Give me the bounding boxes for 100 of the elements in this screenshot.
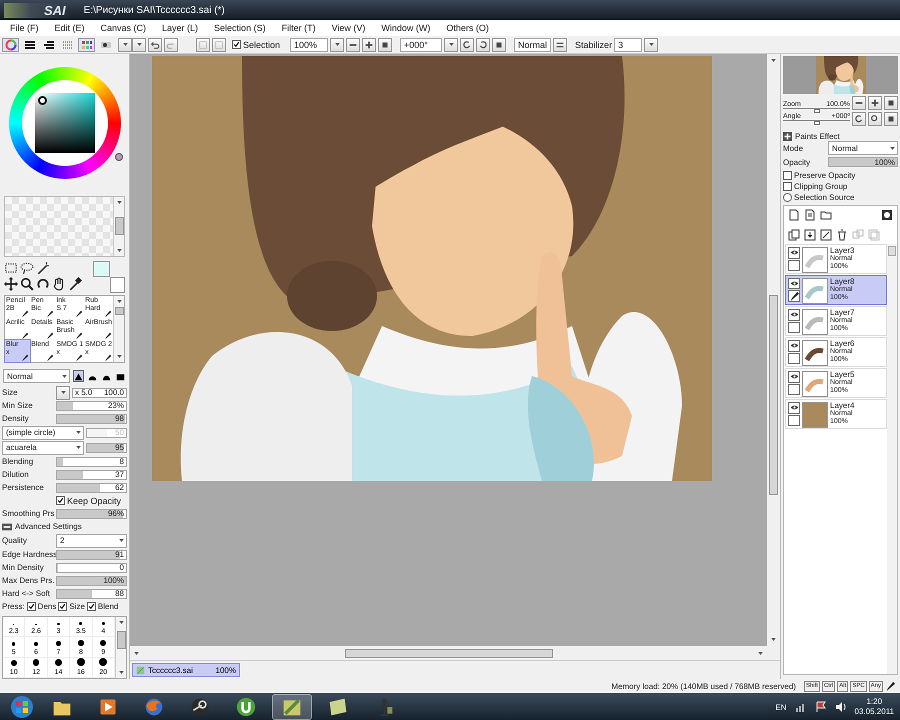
zoom-out-button[interactable] — [852, 96, 866, 110]
setting-slider[interactable]: 62 — [56, 482, 127, 493]
menu-item[interactable]: Filter (T) — [278, 23, 328, 33]
size-slider[interactable]: x 5.0 100.0 — [72, 388, 127, 398]
checkbox[interactable]: Dens — [26, 602, 56, 612]
selection-checkbox[interactable]: Selection — [232, 40, 280, 50]
visibility-toggle[interactable] — [788, 340, 800, 352]
color-mode-button[interactable] — [2, 38, 19, 52]
checkbox[interactable]: Keep Opacity — [56, 496, 122, 506]
size-range-button[interactable] — [56, 386, 70, 400]
language-indicator[interactable]: EN — [775, 702, 787, 712]
rotate-right-button[interactable] — [476, 38, 490, 52]
section-header[interactable]: Advanced Settings — [15, 522, 82, 532]
visibility-toggle[interactable] — [788, 247, 800, 258]
dropdown-button[interactable] — [330, 38, 344, 52]
scroll-thumb[interactable] — [769, 295, 778, 495]
zoom-button[interactable] — [868, 112, 882, 126]
lasso-icon — [20, 260, 34, 275]
zoom-in-button[interactable] — [868, 96, 882, 110]
blend-mode-dropdown[interactable]: Normal — [3, 369, 70, 384]
edit-indicator[interactable] — [788, 290, 800, 302]
menu-item[interactable]: View (V) — [328, 23, 378, 33]
slider-reading: 91 — [115, 550, 124, 560]
navigator-preview[interactable] — [783, 56, 898, 94]
setting-slider[interactable]: 23% — [56, 400, 127, 411]
reset-button[interactable] — [884, 96, 898, 110]
swatch-panel[interactable] — [5, 197, 113, 256]
zoom-in-button[interactable] — [362, 38, 376, 52]
dropdown-button[interactable] — [444, 38, 458, 52]
setting-label: Smoothing Prs — [2, 509, 54, 518]
rotate-button[interactable] — [852, 112, 866, 126]
menu-item[interactable]: Selection (S) — [210, 23, 278, 33]
checkbox[interactable]: Clipping Group — [783, 182, 898, 191]
vertical-scrollbar[interactable] — [767, 54, 780, 646]
setting-slider[interactable]: 91 — [56, 550, 127, 560]
brush-icon — [104, 310, 112, 318]
scroll-thumb[interactable] — [888, 246, 896, 256]
zoom-field[interactable]: 100% — [290, 38, 328, 52]
zoom-out-button[interactable] — [346, 38, 360, 52]
brush-icon — [21, 310, 30, 318]
visibility-toggle[interactable] — [788, 278, 800, 289]
texture-dropdown[interactable]: acuarela — [2, 440, 84, 455]
angle-field[interactable]: +000° — [400, 38, 442, 52]
tip-shape-button[interactable] — [73, 370, 84, 382]
flip-button[interactable] — [553, 38, 568, 52]
background-color[interactable] — [110, 276, 125, 293]
blend-mode-field[interactable]: Normal — [514, 38, 552, 52]
start-button[interactable] — [8, 694, 36, 720]
rotate-left-button[interactable] — [460, 38, 474, 52]
radio-button[interactable]: Selection Source — [783, 193, 898, 202]
setting-slider[interactable]: 0 — [56, 562, 127, 573]
layer-mode-dropdown[interactable]: Normal — [828, 141, 898, 155]
eye-icon — [790, 310, 798, 320]
setting-slider[interactable]: 100% — [56, 576, 127, 586]
clock[interactable]: 1:20 03.05.2011 — [854, 697, 894, 717]
visibility-toggle[interactable] — [788, 371, 800, 382]
reset-rotation-button[interactable] — [492, 38, 506, 52]
setting-slider[interactable]: 88 — [56, 588, 127, 599]
menu-item[interactable]: Layer (L) — [158, 23, 210, 33]
opacity-slider[interactable]: 100% — [828, 157, 898, 167]
color-mode-button[interactable] — [78, 38, 95, 52]
reset-zoom-button[interactable] — [378, 38, 392, 52]
setting-slider[interactable]: 37 — [56, 470, 127, 480]
menu-item[interactable]: Canvas (C) — [96, 23, 158, 33]
checkbox[interactable]: Size — [58, 602, 85, 612]
scroll-thumb[interactable] — [344, 648, 552, 658]
slider-reading: 8 — [120, 457, 124, 466]
menu-item[interactable]: Edit (E) — [50, 23, 97, 33]
section-header[interactable]: Paints Effect — [795, 132, 840, 141]
scroll-thumb[interactable] — [116, 630, 126, 649]
dropdown-button[interactable] — [644, 38, 658, 52]
quality-dropdown[interactable]: 2 — [56, 534, 127, 548]
dropdown-button[interactable] — [132, 38, 146, 52]
invert-button[interactable] — [212, 38, 226, 52]
reset-button[interactable] — [884, 112, 898, 126]
undo-button[interactable] — [148, 38, 162, 52]
visibility-toggle[interactable] — [788, 309, 800, 320]
visibility-toggle[interactable] — [788, 402, 800, 414]
setting-slider[interactable]: 8 — [56, 456, 127, 467]
document-tab[interactable]: Tcccccc3.sai 100% — [132, 663, 240, 677]
setting-slider[interactable]: 95 — [86, 442, 127, 453]
scroll-thumb[interactable] — [114, 307, 124, 315]
vertical-scrollbar[interactable] — [113, 296, 124, 362]
setting-slider[interactable]: 96% — [56, 508, 127, 519]
setting-slider[interactable]: 98 — [56, 414, 127, 424]
menu-item[interactable]: Window (W) — [377, 23, 442, 33]
checkbox-label: Selection — [243, 40, 280, 50]
menu-item[interactable]: File (F) — [6, 23, 50, 33]
vertical-scrollbar[interactable] — [113, 197, 124, 256]
checkbox[interactable]: Blend — [86, 602, 118, 612]
menu-item[interactable]: Others (O) — [442, 23, 501, 33]
stabilizer-field[interactable]: 3 — [614, 38, 642, 52]
vertical-scrollbar[interactable] — [887, 244, 897, 674]
scroll-thumb[interactable] — [114, 217, 124, 236]
checkbox[interactable]: Preserve Opacity — [783, 171, 898, 180]
eye-icon — [790, 372, 798, 382]
dropdown-button[interactable] — [118, 38, 132, 52]
deselect-button[interactable] — [196, 38, 210, 52]
vertical-scrollbar[interactable] — [115, 616, 126, 678]
foreground-color[interactable] — [93, 260, 110, 277]
